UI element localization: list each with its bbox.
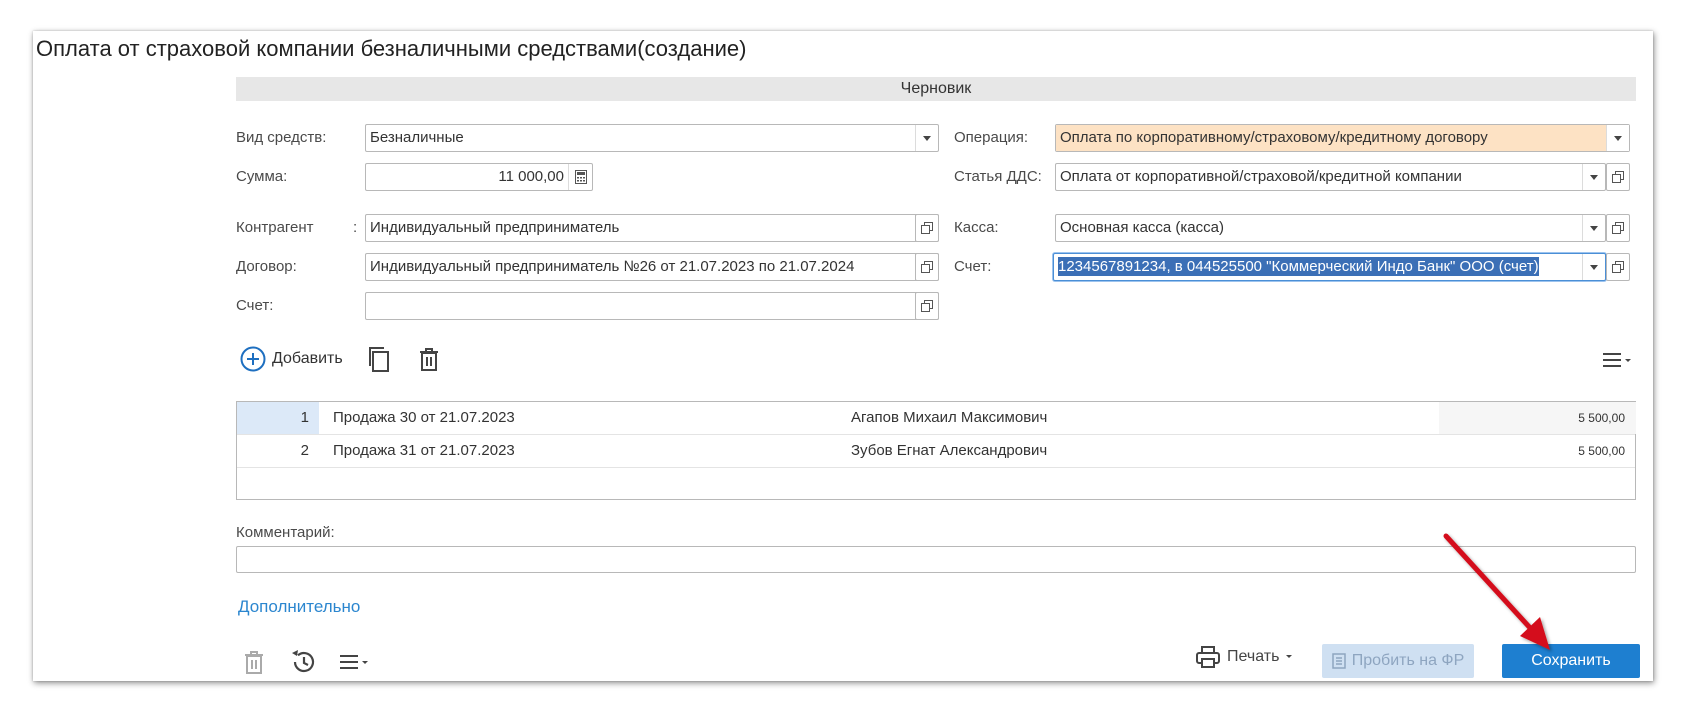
history-icon (292, 650, 315, 673)
cashflow-item-value: Оплата от корпоративной/страховой/кредит… (1060, 168, 1462, 185)
chevron-down-icon (1590, 264, 1598, 270)
amount-label: Сумма: (236, 168, 288, 185)
table-more-menu[interactable] (1602, 350, 1632, 370)
contract-label: Договор: (236, 258, 297, 275)
open-bank-account-button[interactable] (1606, 253, 1630, 281)
row-document: Продажа 31 от 21.07.2023 (333, 442, 515, 459)
comment-input[interactable] (236, 546, 1636, 573)
dropdown-button[interactable] (1582, 164, 1605, 190)
open-counterparty-button[interactable] (915, 214, 939, 242)
cashbox-select[interactable]: Основная касса (касса) (1055, 214, 1606, 242)
copy-row-button[interactable] (366, 345, 392, 373)
cashbox-value: Основная касса (касса) (1060, 219, 1224, 236)
fund-type-label: Вид средств: (236, 129, 327, 146)
open-cashflow-item-button[interactable] (1606, 163, 1630, 191)
receipt-icon (1331, 653, 1346, 669)
account-left-value (366, 293, 915, 319)
row-sum: 5 500,00 (1578, 444, 1625, 458)
chevron-down-icon (1590, 174, 1598, 180)
calculator-icon (574, 170, 587, 184)
open-form-icon (921, 222, 933, 234)
operation-value: Оплата по корпоративному/страховому/кред… (1056, 125, 1606, 151)
delete-row-button[interactable] (418, 346, 440, 372)
contract-value: Индивидуальный предприниматель №26 от 21… (370, 258, 855, 275)
row-person: Зубов Егнат Александрович (851, 442, 1048, 459)
account-left-select[interactable] (365, 292, 939, 320)
fiscal-register-button[interactable]: Пробить на ФР (1322, 644, 1474, 678)
trash-icon (245, 651, 263, 674)
account-right-label: Счет: (954, 258, 992, 275)
account-left-label: Счет: (236, 297, 274, 314)
chevron-down-icon (1286, 655, 1293, 658)
row-sum: 5 500,00 (1578, 411, 1625, 425)
printer-icon (1196, 646, 1220, 668)
counterparty-colon: : (353, 219, 358, 236)
dropdown-button[interactable] (1582, 254, 1605, 280)
counterparty-label: Контрагент (236, 219, 314, 236)
row-document: Продажа 30 от 21.07.2023 (333, 409, 515, 426)
row-number: 2 (300, 442, 309, 459)
row-person: Агапов Михаил Максимович (851, 409, 1048, 426)
chevron-down-icon (1590, 225, 1598, 231)
delete-document-button[interactable] (243, 649, 265, 675)
contract-select[interactable]: Индивидуальный предприниматель №26 от 21… (365, 253, 939, 281)
copy-icon (369, 347, 389, 372)
additional-link[interactable]: Дополнительно (238, 597, 360, 617)
chevron-down-icon (923, 135, 931, 141)
open-form-icon (1612, 261, 1624, 273)
calculator-button[interactable] (568, 164, 592, 190)
counterparty-value: Индивидуальный предприниматель (370, 219, 620, 236)
print-label: Печать (1227, 648, 1280, 665)
fund-type-select[interactable]: Безналичные (365, 124, 939, 152)
open-cashbox-button[interactable] (1606, 214, 1630, 242)
dropdown-button[interactable] (1582, 215, 1605, 241)
dropdown-button[interactable] (1606, 125, 1629, 151)
open-form-icon (1612, 171, 1624, 183)
cashbox-label: Касса: (954, 219, 999, 236)
history-button[interactable] (290, 648, 318, 676)
status-bar: Черновик (236, 77, 1636, 101)
account-right-select[interactable]: 1234567891234, в 044525500 "Коммерческий… (1053, 253, 1606, 281)
open-form-icon (1612, 222, 1624, 234)
open-form-icon (921, 261, 933, 273)
operation-select[interactable]: Оплата по корпоративному/страховому/кред… (1055, 124, 1630, 152)
hamburger-menu-icon (340, 655, 368, 669)
amount-input[interactable]: 11 000,00 (365, 163, 593, 191)
document-more-menu[interactable] (339, 652, 369, 672)
save-button[interactable]: Сохранить (1502, 644, 1640, 678)
counterparty-select[interactable]: Индивидуальный предприниматель (365, 214, 939, 242)
table-row[interactable]: 1 Продажа 30 от 21.07.2023 Агапов Михаил… (237, 402, 1636, 435)
add-row-button[interactable]: Добавить (240, 346, 343, 372)
dropdown-button[interactable] (915, 125, 938, 151)
plus-circle-icon (240, 346, 266, 372)
amount-value: 11 000,00 (498, 168, 564, 185)
items-table: 1 Продажа 30 от 21.07.2023 Агапов Михаил… (236, 401, 1636, 500)
account-right-value: 1234567891234, в 044525500 "Коммерческий… (1054, 254, 1582, 280)
fiscal-register-label: Пробить на ФР (1351, 652, 1465, 669)
chevron-down-icon (1614, 135, 1622, 141)
add-row-label: Добавить (272, 350, 343, 367)
row-number: 1 (300, 409, 309, 426)
operation-label: Операция: (954, 129, 1029, 146)
table-row[interactable]: 2 Продажа 31 от 21.07.2023 Зубов Егнат А… (237, 435, 1635, 468)
fund-type-value: Безналичные (370, 129, 464, 146)
open-form-icon (921, 300, 933, 312)
hamburger-menu-icon (1603, 353, 1631, 367)
open-account-button[interactable] (915, 292, 939, 320)
cashflow-item-select[interactable]: Оплата от корпоративной/страховой/кредит… (1055, 163, 1606, 191)
print-button[interactable]: Печать (1195, 645, 1293, 669)
window-title: Оплата от страховой компании безналичным… (36, 36, 747, 61)
selected-text: 1234567891234, в 044525500 "Коммерческий… (1058, 257, 1539, 276)
comment-label: Комментарий: (236, 524, 335, 541)
cashflow-item-label: Статья ДДС: (954, 168, 1042, 185)
open-contract-button[interactable] (915, 253, 939, 281)
trash-icon (420, 348, 438, 371)
